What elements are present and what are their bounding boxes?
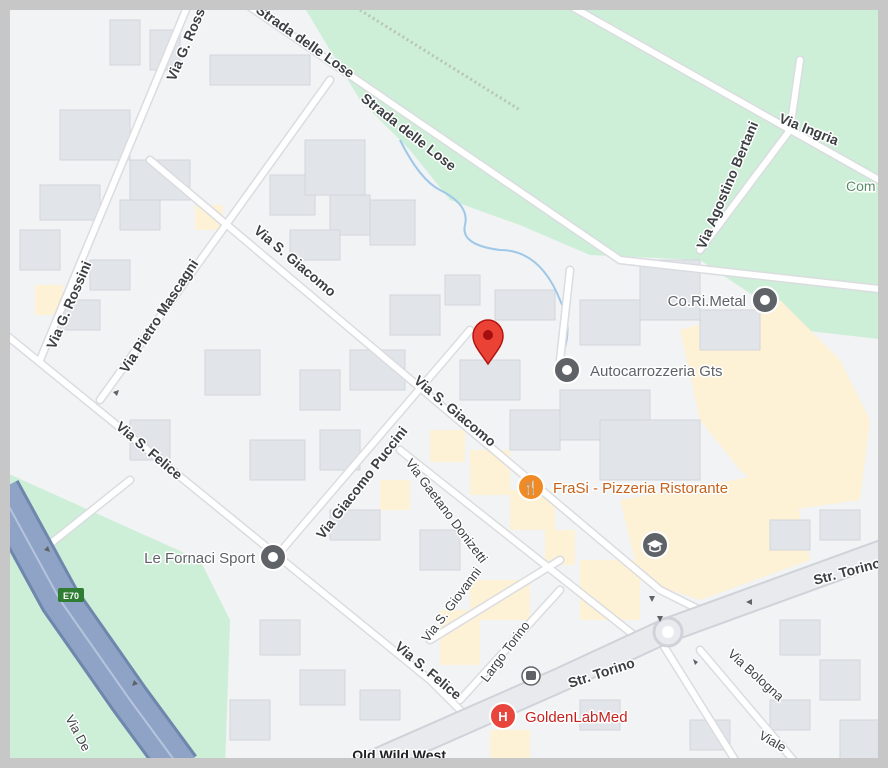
- svg-text:Autocarrozzeria Gts: Autocarrozzeria Gts: [590, 363, 723, 380]
- highway-shield: E70: [58, 588, 84, 602]
- svg-text:Old Wild West: Old Wild West: [352, 747, 446, 763]
- svg-text:FraSi - Pizzeria Ristorante: FraSi - Pizzeria Ristorante: [553, 480, 728, 497]
- svg-text:E70: E70: [63, 591, 79, 601]
- svg-text:GoldenLabMed: GoldenLabMed: [525, 709, 628, 726]
- svg-text:Le Fornaci Sport: Le Fornaci Sport: [144, 550, 256, 567]
- poi-school[interactable]: [641, 531, 669, 559]
- label-com-edge: Com: [846, 178, 876, 194]
- map-canvas[interactable]: E70 Via G. Rossini Via G. Rossini Strada…: [0, 0, 888, 768]
- map-frame: E70 Via G. Rossini Via G. Rossini Strada…: [0, 0, 888, 768]
- bus-stop-icon[interactable]: [521, 666, 541, 686]
- svg-text:Co.Ri.Metal: Co.Ri.Metal: [668, 293, 746, 310]
- svg-text:🍴: 🍴: [523, 480, 539, 496]
- svg-text:H: H: [498, 709, 507, 724]
- restaurant-icon: [452, 760, 472, 768]
